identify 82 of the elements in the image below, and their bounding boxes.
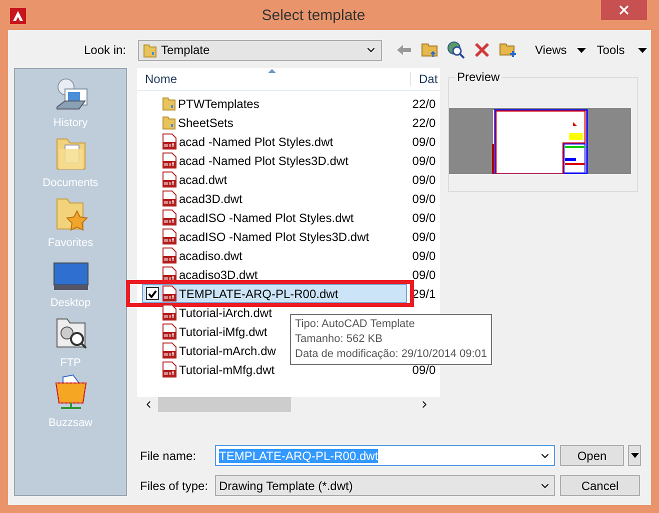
file-date: 22/0 (412, 116, 437, 130)
file-date: 09/0 (412, 248, 437, 262)
file-name: PTWTemplates (178, 96, 260, 110)
delete-icon[interactable] (473, 41, 491, 59)
dwt-file-icon (162, 304, 177, 321)
file-date: 09/0 (412, 134, 437, 148)
file-row[interactable]: PTWTemplates (142, 94, 408, 113)
folder-icon (162, 96, 176, 111)
web-search-icon[interactable] (447, 41, 465, 59)
window-title: Select template (260, 6, 366, 24)
dwt-file-icon (162, 133, 177, 150)
tooltip-line: Data de modificação: 29/10/2014 09:01 (295, 347, 488, 362)
caret-icon[interactable] (576, 48, 586, 52)
dwt-file-icon (162, 190, 177, 207)
cancel-button[interactable]: Cancel (560, 475, 640, 496)
close-icon[interactable] (617, 3, 631, 17)
file-name: Tutorial-mMfg.dwt (179, 362, 275, 376)
look-in-label: Look in: (82, 43, 126, 57)
file-name-label: File name: (139, 448, 198, 462)
file-name: Tutorial-mArch.dw (179, 344, 276, 358)
file-name: acadiso.dwt (179, 248, 242, 262)
file-row[interactable]: acad -Named Plot Styles3D.dwt (142, 151, 408, 170)
folder-up-icon[interactable] (421, 41, 439, 59)
dwt-file-icon (162, 152, 177, 169)
file-row[interactable]: Tutorial-mMfg.dwt (142, 360, 408, 379)
file-date: 09/0 (412, 230, 437, 244)
file-date: 09/0 (412, 154, 437, 168)
file-row[interactable]: acadiso3D.dwt (142, 265, 408, 284)
open-button[interactable]: Open (560, 445, 624, 466)
file-date: 09/0 (412, 192, 437, 206)
new-folder-icon[interactable] (499, 41, 517, 59)
tooltip-line: Tipo: AutoCAD Template (295, 317, 416, 332)
file-name: Tutorial-iMfg.dwt (179, 324, 268, 338)
file-row[interactable]: TEMPLATE-ARQ-PL-R00.dwt (142, 284, 408, 303)
file-row[interactable]: acadiso.dwt (142, 246, 408, 265)
file-type-label: Files of type: (139, 478, 210, 492)
views-menu[interactable]: Views (535, 43, 567, 57)
file-name: SheetSets (178, 116, 234, 130)
file-name: acad.dwt (179, 172, 228, 186)
file-date: 09/0 (412, 362, 437, 376)
file-name: Tutorial-iArch.dwt (179, 306, 272, 320)
preview-title: Preview (456, 70, 501, 84)
column-header[interactable]: Nome (137, 72, 410, 86)
dwt-file-icon (162, 209, 177, 226)
file-row[interactable]: SheetSets (142, 113, 408, 132)
file-name: acad -Named Plot Styles3D.dwt (179, 154, 348, 168)
app-logo-icon (10, 8, 26, 24)
file-row[interactable]: acadISO -Named Plot Styles3D.dwt (142, 227, 408, 246)
file-date: 09/0 (412, 268, 437, 282)
file-name: acadISO -Named Plot Styles.dwt (179, 210, 354, 224)
file-name: acadiso3D.dwt (179, 268, 258, 282)
caret-icon[interactable] (638, 48, 647, 52)
close-button[interactable] (601, 0, 647, 20)
file-name: TEMPLATE-ARQ-PL-R00.dwt (179, 286, 338, 300)
dwt-file-icon (162, 323, 177, 340)
sort-caret-icon (268, 69, 276, 73)
folder-icon (143, 42, 157, 58)
tools-menu[interactable]: Tools (596, 43, 625, 57)
file-row[interactable]: acad.dwt (142, 170, 408, 189)
file-name: acad3D.dwt (179, 192, 242, 206)
dwt-file-icon (162, 171, 177, 188)
file-date: 09/0 (412, 172, 437, 186)
row-checkbox[interactable] (146, 287, 159, 300)
file-row[interactable]: acadISO -Named Plot Styles.dwt (142, 208, 408, 227)
file-type-dropdown[interactable]: Drawing Template (*.dwt) (215, 475, 555, 496)
dwt-file-icon (162, 342, 177, 359)
caret-icon[interactable] (630, 453, 638, 458)
file-name: acadISO -Named Plot Styles3D.dwt (179, 230, 370, 244)
file-date: 22/0 (412, 96, 437, 110)
open-options-button[interactable] (628, 445, 641, 466)
folder-icon (162, 115, 176, 130)
dwt-file-icon (162, 361, 177, 378)
look-in-dropdown[interactable]: Template (138, 40, 382, 60)
dwt-file-icon (162, 247, 177, 264)
column-header[interactable]: Dat (410, 72, 440, 86)
tooltip-line: Tamanho: 562 KB (295, 332, 384, 347)
file-name: acad -Named Plot Styles.dwt (179, 134, 334, 148)
dwt-file-icon (162, 285, 177, 302)
file-row[interactable]: acad3D.dwt (142, 189, 408, 208)
file-row[interactable]: acad -Named Plot Styles.dwt (142, 132, 408, 151)
dwt-file-icon (162, 228, 177, 245)
file-date: 09/0 (412, 210, 437, 224)
